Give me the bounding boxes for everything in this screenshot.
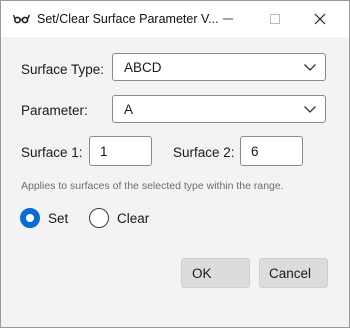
surface-type-value: ABCD (124, 60, 162, 75)
surface-type-label: Surface Type: (21, 62, 105, 77)
cancel-button[interactable]: Cancel (259, 258, 328, 288)
surface1-input[interactable] (89, 136, 152, 166)
radio-clear-label[interactable]: Clear (117, 211, 149, 226)
radio-clear[interactable] (89, 208, 109, 228)
surface1-label: Surface 1: (21, 145, 83, 160)
dialog-window: Set/Clear Surface Parameter V... Surface… (0, 0, 350, 328)
close-button[interactable] (297, 1, 343, 37)
surface2-label: Surface 2: (173, 145, 235, 160)
close-icon (314, 13, 326, 25)
chevron-down-icon (304, 106, 316, 113)
maximize-icon (270, 14, 280, 24)
ok-button[interactable]: OK (181, 258, 250, 288)
minimize-icon (223, 18, 233, 20)
parameter-label: Parameter: (21, 103, 88, 118)
maximize-button[interactable] (251, 1, 297, 37)
cancel-button-label: Cancel (269, 266, 312, 281)
title-bar[interactable]: Set/Clear Surface Parameter V... (1, 1, 349, 37)
glasses-icon (12, 11, 31, 27)
chevron-down-icon (304, 64, 316, 71)
range-hint: Applies to surfaces of the selected type… (21, 180, 284, 192)
ok-button-label: OK (192, 266, 212, 281)
surface2-input[interactable] (240, 136, 303, 166)
minimize-button[interactable] (205, 1, 251, 37)
surface-type-dropdown[interactable]: ABCD (112, 53, 326, 81)
radio-set[interactable] (20, 208, 40, 228)
window-title: Set/Clear Surface Parameter V... (37, 12, 219, 26)
parameter-dropdown[interactable]: A (112, 95, 326, 123)
parameter-value: A (124, 102, 134, 117)
radio-set-label[interactable]: Set (48, 211, 68, 226)
